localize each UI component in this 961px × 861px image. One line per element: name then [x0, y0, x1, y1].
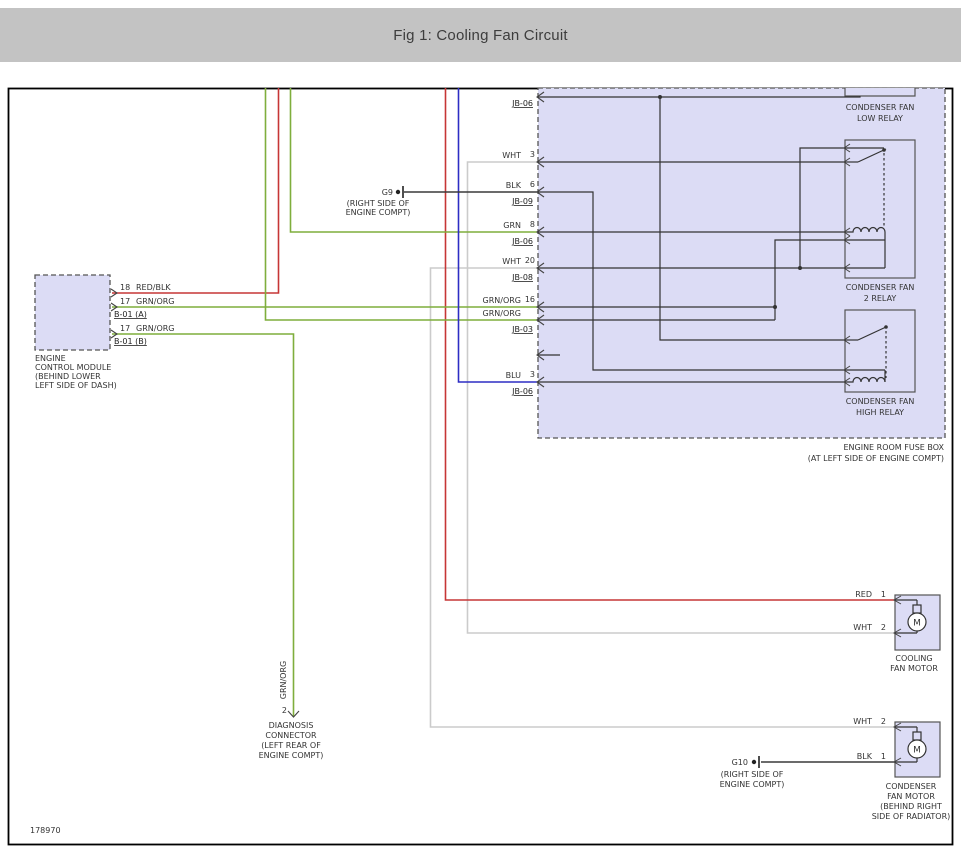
- jb-link-grnorg[interactable]: JB-03: [511, 325, 533, 334]
- relay-2-box: [845, 140, 915, 278]
- jb-link-wht20[interactable]: JB-08: [511, 273, 533, 282]
- ecm-label-line4: LEFT SIDE OF DASH): [35, 381, 117, 390]
- pin-number-blu3: 3: [530, 370, 535, 379]
- pin-number-grn8: 8: [530, 220, 535, 229]
- relay-2-label-line2: 2 RELAY: [864, 294, 897, 303]
- ecm-label-line1: ENGINE: [35, 354, 66, 363]
- condenser-fan-pin2: 1: [881, 752, 886, 761]
- pin-number-wht3: 3: [530, 150, 535, 159]
- g9-label: G9: [382, 188, 393, 197]
- jb-link-grn[interactable]: JB-06: [511, 237, 533, 246]
- wire-label-grn8: GRN: [503, 221, 521, 230]
- diagnosis-label-line2: CONNECTOR: [265, 731, 317, 740]
- diagnosis-label-line3: (LEFT REAR OF: [261, 741, 321, 750]
- ecm-pin3-number: 17: [120, 324, 130, 333]
- relay-high-box: [845, 310, 915, 392]
- ecm-pin2-wire: GRN/ORG: [136, 297, 175, 306]
- ecm-connector-a-link[interactable]: B-01 (A): [114, 310, 147, 319]
- condenser-fan-label-line4: SIDE OF RADIATOR): [872, 812, 951, 821]
- condenser-fan-label-line1: CONDENSER: [886, 782, 937, 791]
- diagnosis-label-line1: DIAGNOSIS: [269, 721, 314, 730]
- condenser-fan-motor: M: [894, 722, 940, 777]
- condenser-fan-label-line2: FAN MOTOR: [887, 792, 935, 801]
- relay-high-pivot-dot: [884, 325, 888, 329]
- relay-low-label-line1: CONDENSER FAN: [846, 103, 915, 112]
- wire-label-wht20: WHT: [502, 257, 521, 266]
- condenser-fan-label-line3: (BEHIND RIGHT: [880, 802, 942, 811]
- condenser-fan-wire2: BLK: [857, 752, 873, 761]
- ecm-pin1-wire: RED/BLK: [136, 283, 171, 292]
- pin-number-wht20: 20: [525, 256, 535, 265]
- diagnosis-wire-label: GRN/ORG: [279, 661, 288, 700]
- ecm-pin3-wire: GRN/ORG: [136, 324, 175, 333]
- fusebox-label-line1: ENGINE ROOM FUSE BOX: [843, 443, 944, 452]
- cooling-fan-pin1: 1: [881, 590, 886, 599]
- condenser-fan-pin1: 2: [881, 717, 886, 726]
- cooling-fan-label-line2: FAN MOTOR: [890, 664, 938, 673]
- jb-link-top[interactable]: JB-06: [511, 99, 533, 108]
- cooling-fan-pin2: 2: [881, 623, 886, 632]
- ecm-box: [35, 275, 110, 350]
- wire-label-blu3: BLU: [506, 371, 522, 380]
- relay-high-label-line1: CONDENSER FAN: [846, 397, 915, 406]
- jb-link-blu[interactable]: JB-06: [511, 387, 533, 396]
- relay-high-label-line2: HIGH RELAY: [856, 408, 904, 417]
- ecm-label-line2: CONTROL MODULE: [35, 363, 111, 372]
- fusebox-label-line2: (AT LEFT SIDE OF ENGINE COMPT): [808, 454, 944, 463]
- diagnosis-label-line4: ENGINE COMPT): [259, 751, 324, 760]
- relay-low-box: [845, 88, 915, 96]
- motor-letter: M: [913, 619, 921, 629]
- cooling-fan-wire2: WHT: [853, 623, 872, 632]
- wire-label-grnorg16: GRN/ORG: [483, 296, 522, 305]
- motor-letter: M: [913, 746, 921, 756]
- diagnosis-pin-number: 2: [282, 706, 287, 715]
- cooling-fan-motor: M: [894, 595, 940, 650]
- relay-2-label-line1: CONDENSER FAN: [846, 283, 915, 292]
- g9-location-line1: (RIGHT SIDE OF: [347, 199, 410, 208]
- cooling-fan-label-line1: COOLING: [895, 654, 932, 663]
- wire-label-wht3: WHT: [502, 151, 521, 160]
- g10-location-line1: (RIGHT SIDE OF: [721, 770, 784, 779]
- g10-label: G10: [732, 758, 748, 767]
- relay-2-pivot-dot: [882, 148, 886, 152]
- ecm-pin2-number: 17: [120, 297, 130, 306]
- ecm-label-line3: (BEHIND LOWER: [35, 372, 101, 381]
- pin-number-grnorg16: 16: [525, 295, 535, 304]
- figure-code: 178970: [30, 826, 61, 835]
- jb-link-blk[interactable]: JB-09: [511, 197, 533, 206]
- g10-location-line2: ENGINE COMPT): [720, 780, 785, 789]
- ecm-pin1-number: 18: [120, 283, 130, 292]
- g9-location-line2: ENGINE COMPT): [346, 208, 411, 217]
- wire-label-grnorg2: GRN/ORG: [483, 309, 522, 318]
- pin-number-blk6: 6: [530, 180, 535, 189]
- cooling-fan-wire1: RED: [855, 590, 872, 599]
- relay-low-label-line2: LOW RELAY: [857, 114, 903, 123]
- ecm-connector-b-link[interactable]: B-01 (B): [114, 337, 147, 346]
- condenser-fan-wire1: WHT: [853, 717, 872, 726]
- wire-label-blk6: BLK: [506, 181, 522, 190]
